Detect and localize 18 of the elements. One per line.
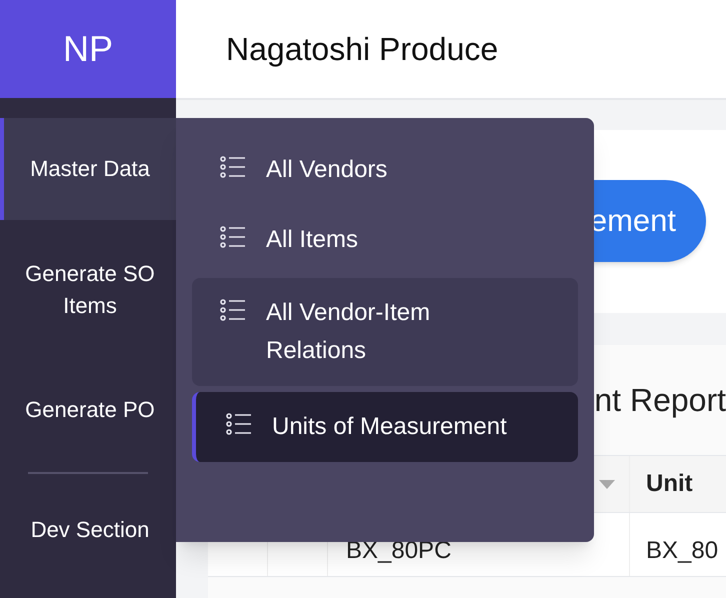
column-header[interactable]: Unit xyxy=(630,456,693,512)
menu-item[interactable]: All Items xyxy=(192,208,578,272)
table-cell-text: BX_80 xyxy=(645,536,718,566)
list-icon xyxy=(220,225,246,249)
menu-item[interactable]: All Vendors xyxy=(192,138,578,202)
sidebar-item[interactable]: Master Data xyxy=(0,118,176,220)
logo: NP xyxy=(0,0,176,98)
sort-caret-icon[interactable] xyxy=(599,480,615,488)
menu-item[interactable]: All Vendor-Item Relations xyxy=(192,278,578,386)
list-icon xyxy=(220,298,246,322)
menu-item[interactable]: Units of Measurement xyxy=(192,392,578,462)
sidebar-item[interactable]: Generate PO xyxy=(0,360,176,460)
report-title: nt Report xyxy=(594,381,726,420)
sidebar-item[interactable]: Dev Section xyxy=(0,486,176,574)
sidebar-item[interactable]: Generate SO Items xyxy=(0,220,176,360)
list-icon xyxy=(226,412,252,436)
app-title: Nagatoshi Produce xyxy=(226,30,498,69)
list-icon xyxy=(220,155,246,179)
